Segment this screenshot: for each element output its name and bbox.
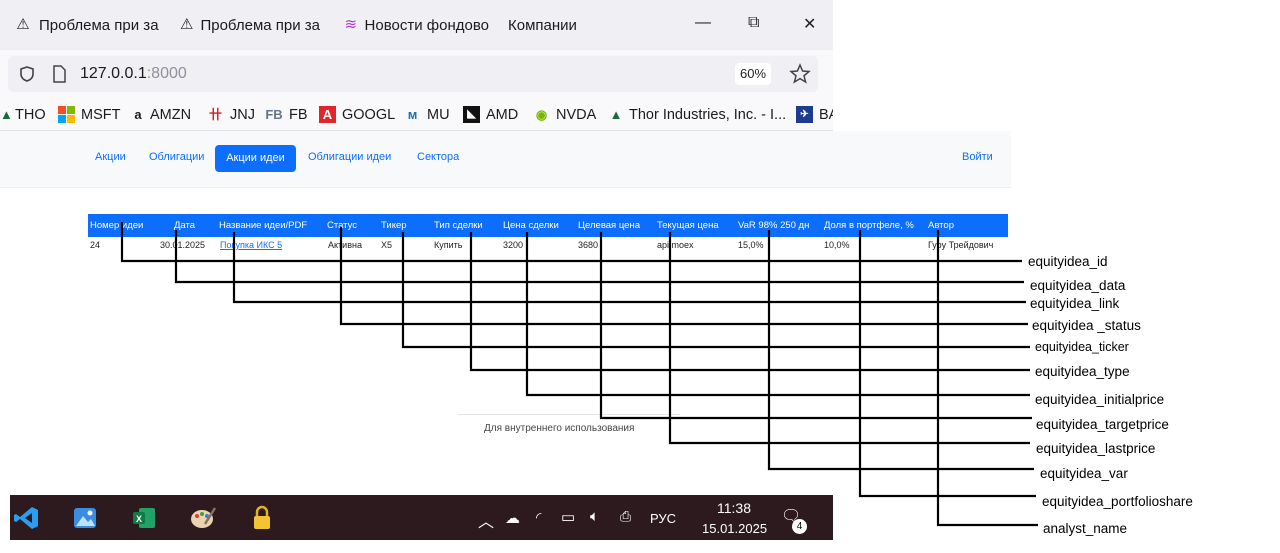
excel-icon[interactable]: X — [130, 504, 158, 532]
annotation-label: equityidea _status — [1032, 318, 1141, 333]
lock-app-icon[interactable] — [248, 504, 276, 532]
chevron-up-icon[interactable]: ︿ — [478, 508, 494, 532]
annotation-label: equityidea_var — [1040, 466, 1128, 481]
leader-line-ticker — [401, 232, 1030, 349]
leader-line-portfolioshare — [858, 230, 1036, 498]
svg-text:X: X — [136, 514, 142, 524]
vscode-icon[interactable] — [12, 504, 40, 532]
annotation-label: equityidea_lastprice — [1036, 441, 1156, 456]
annotation-label: equityidea_type — [1035, 364, 1130, 379]
annotation-label: equityidea_id — [1028, 254, 1108, 269]
camera-icon[interactable]: ⎙ — [620, 508, 631, 525]
wifi-icon[interactable]: ◜ — [536, 509, 541, 526]
leader-line-lastprice — [668, 232, 1030, 445]
annotation-label: equityidea_targetprice — [1036, 417, 1169, 432]
battery-icon[interactable]: ▭ — [561, 508, 575, 526]
annotation-label: equityidea_link — [1030, 296, 1120, 311]
clock-date[interactable]: 15.01.2025 — [702, 521, 767, 536]
paint-icon[interactable] — [189, 504, 217, 532]
clock-time[interactable]: 11:38 — [717, 500, 751, 516]
annotation-label: equityidea_ticker — [1035, 340, 1129, 354]
annotation-label: equityidea_data — [1030, 278, 1126, 293]
language-indicator[interactable]: РУС — [650, 511, 676, 526]
annotation-label: equityidea_portfolioshare — [1042, 494, 1193, 509]
leader-line-link — [232, 232, 1026, 304]
leader-line-status — [339, 227, 1028, 326]
annotation-label: equityidea_initialprice — [1035, 392, 1165, 407]
annotation-label: analyst_name — [1043, 521, 1128, 536]
leader-line-analyst — [936, 230, 1038, 527]
windows-taskbar: X ︿ ☁ ◜ ▭ 🔈︎ ⎙ РУС 11:38 15.01.2025 🗨︎ 4 — [10, 495, 833, 540]
notification-badge: 4 — [792, 519, 807, 534]
volume-icon[interactable]: 🔈︎ — [590, 508, 599, 525]
leader-line-id — [120, 222, 1022, 263]
leader-line-var — [767, 230, 1034, 471]
cloud-icon[interactable]: ☁ — [505, 509, 520, 527]
photos-icon[interactable] — [71, 504, 99, 532]
